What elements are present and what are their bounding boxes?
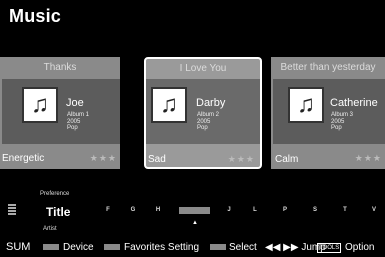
favorites-setting-button[interactable]: Favorites Setting [124, 242, 199, 253]
card-album: Album 1 [67, 112, 90, 118]
card-song-title: Thanks [43, 62, 77, 73]
tools-key-icon: TOOLS [317, 243, 342, 253]
card-song-title: Better than yesterday [280, 62, 376, 73]
card-info-panel [2, 79, 120, 144]
sort-list-icon [8, 204, 16, 216]
card-rating-stars: ★★★ [89, 153, 117, 163]
music-card-thanks[interactable]: Thanks ♫ Joe Album 1 2005 Pop Energetic … [0, 57, 120, 169]
page-title: Music [9, 6, 62, 26]
card-album: Album 2 [197, 112, 220, 118]
card-meta: Album 1 2005 Pop [67, 112, 89, 132]
jump-letter[interactable]: S [310, 207, 320, 213]
jump-letter[interactable]: T [340, 207, 350, 213]
device-button[interactable]: Device [63, 242, 94, 253]
select-button[interactable]: Select [229, 242, 257, 253]
option-button[interactable]: Option [345, 242, 374, 253]
jump-letter[interactable]: L [250, 207, 260, 213]
sort-prev-option[interactable]: Preference [40, 191, 69, 197]
card-artist: Darby [196, 97, 226, 109]
music-card-i-love-you[interactable]: I Love You ♫ Darby Album 2 2005 Pop Sad … [144, 57, 262, 169]
card-mood: Calm [275, 154, 299, 165]
sum-label: SUM [6, 241, 31, 253]
card-album: Album 3 [331, 112, 354, 118]
card-genre: Pop [197, 125, 208, 131]
jump-letter[interactable]: F [103, 207, 113, 213]
jump-letter[interactable]: P [280, 207, 290, 213]
help-bar: SUM Device Favorites Setting Select ◀◀ ▶… [0, 238, 385, 257]
jump-letter[interactable]: H [153, 207, 163, 213]
music-note-icon: ♫ [288, 87, 324, 123]
card-meta: Album 3 2005 Pop [331, 112, 353, 132]
music-note-icon: ♫ [151, 87, 187, 123]
card-mood: Energetic [2, 153, 45, 164]
card-mood: Sad [148, 154, 166, 165]
key-color-icon [104, 244, 120, 250]
card-genre: Pop [331, 125, 342, 131]
card-song-title: I Love You [179, 63, 227, 74]
card-genre: Pop [67, 125, 78, 131]
card-rating-stars: ★★★ [354, 153, 382, 163]
music-card-better-than-yesterday[interactable]: Better than yesterday ♫ Catherine Album … [271, 57, 385, 169]
jump-letter-bar[interactable]: F G H J L P S T V [30, 202, 385, 219]
music-note-icon: ♫ [22, 87, 58, 123]
sort-next-option[interactable]: Artist [43, 226, 57, 232]
jump-letter[interactable]: J [224, 207, 234, 213]
jump-letter[interactable]: G [128, 207, 138, 213]
card-artist: Catherine [330, 97, 378, 109]
card-rating-stars: ★★★ [227, 154, 255, 164]
key-color-icon [210, 244, 226, 250]
selection-caret-icon: ▲ [192, 220, 198, 226]
card-artist: Joe [66, 97, 84, 109]
key-color-icon [43, 244, 59, 250]
jump-letter-selected[interactable] [179, 207, 210, 214]
jump-letter[interactable]: V [369, 207, 379, 213]
card-meta: Album 2 2005 Pop [197, 112, 219, 132]
